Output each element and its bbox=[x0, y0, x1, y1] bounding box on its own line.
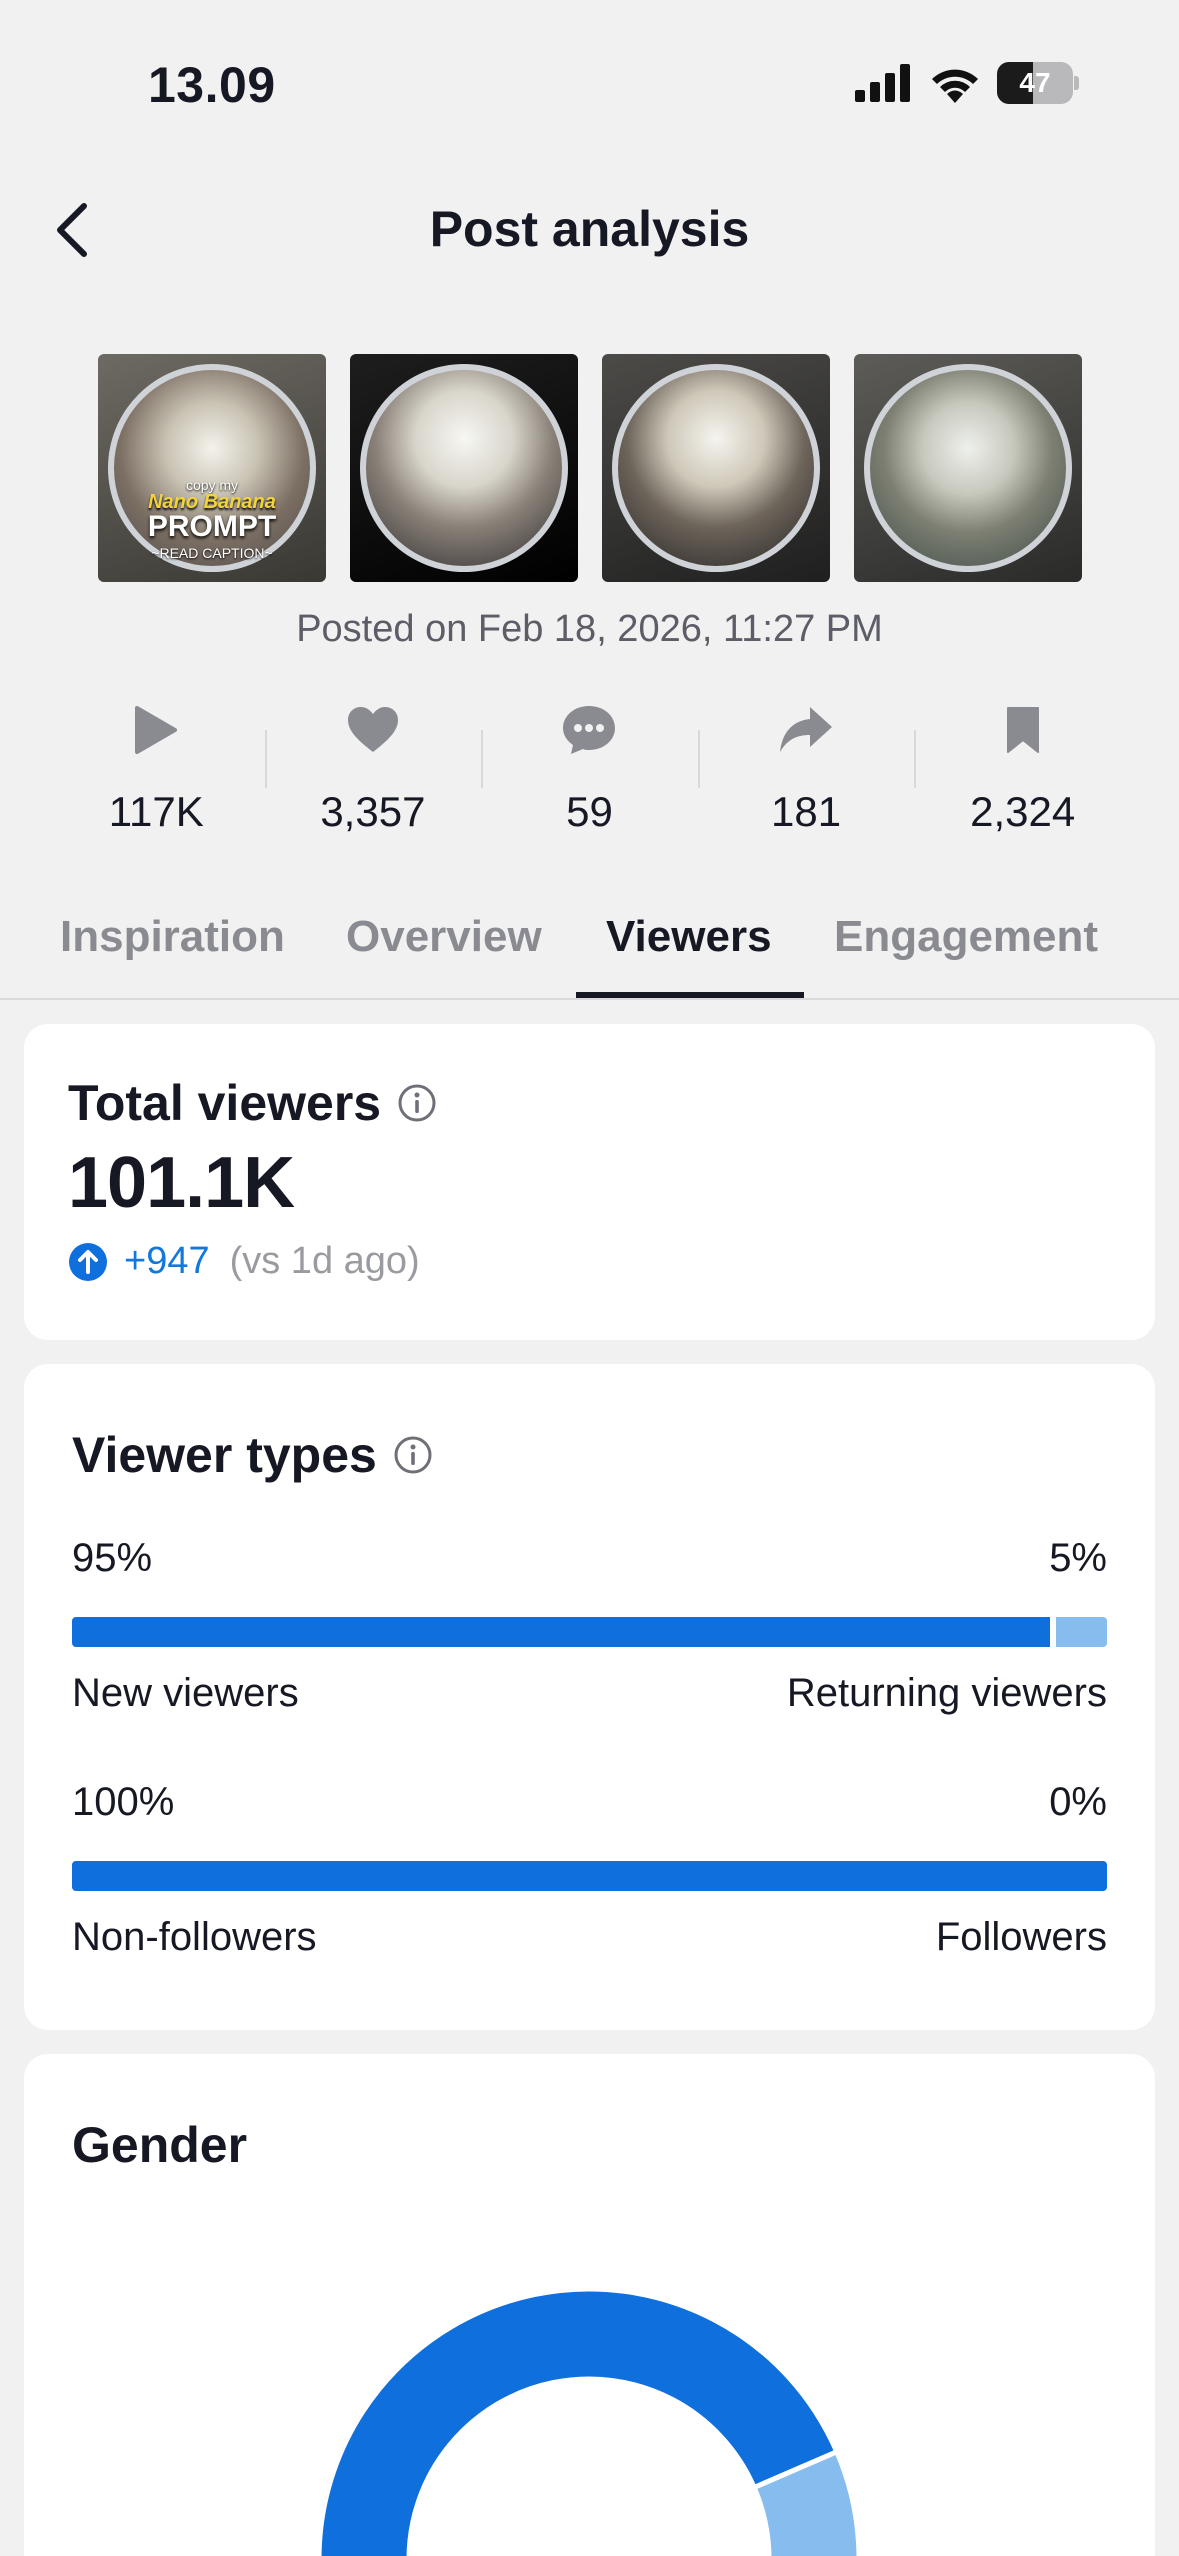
thumbnail-caption: copy my Nano Banana PROMPT ~READ CAPTION… bbox=[147, 477, 277, 561]
battery-icon: 47 bbox=[997, 62, 1079, 104]
total-viewers-title: Total viewers bbox=[68, 1074, 1111, 1132]
new-viewers-label: New viewers bbox=[72, 1671, 299, 1715]
total-viewers-delta: +947 (vs 1d ago) bbox=[68, 1240, 1111, 1283]
followers-split: 100% 0% Non-followers Followers bbox=[72, 1780, 1107, 1960]
tab-overview[interactable]: Overview bbox=[346, 912, 542, 962]
total-viewers-card: Total viewers 101.1K +947 (vs 1d ago) bbox=[24, 1024, 1155, 1340]
total-viewers-value: 101.1K bbox=[68, 1143, 295, 1223]
status-icons: 47 bbox=[855, 62, 1079, 104]
analysis-tabs: Inspiration Overview Viewers Engagement bbox=[0, 900, 1179, 1000]
delta-value: +947 bbox=[124, 1240, 210, 1282]
new-vs-returning-bar bbox=[72, 1617, 1107, 1647]
stat-value: 59 bbox=[566, 788, 613, 835]
viewer-types-title: Viewer types bbox=[72, 1426, 1107, 1484]
followers-label: Followers bbox=[935, 1915, 1107, 1959]
followers-bar bbox=[72, 1861, 1107, 1891]
non-followers-segment bbox=[72, 1861, 1107, 1891]
viewer-types-card: Viewer types 95% 5% New viewers Returnin… bbox=[24, 1364, 1155, 2030]
thumbnail-2[interactable] bbox=[350, 354, 578, 582]
new-viewers-percent: 95% bbox=[72, 1536, 153, 1580]
post-stats: 117K 3,357 59 181 2,324 bbox=[48, 700, 1131, 850]
post-thumbnails: copy my Nano Banana PROMPT ~READ CAPTION… bbox=[98, 354, 1082, 582]
gender-card: Gender bbox=[24, 2054, 1155, 2556]
page-title: Post analysis bbox=[429, 201, 750, 257]
info-icon[interactable] bbox=[393, 1435, 433, 1475]
heart-icon bbox=[347, 707, 398, 752]
followers-percent: 0% bbox=[1049, 1780, 1107, 1824]
returning-viewers-segment bbox=[1056, 1617, 1107, 1647]
stat-likes: 3,357 bbox=[264, 700, 482, 850]
returning-viewers-percent: 5% bbox=[1049, 1536, 1107, 1580]
header: Post analysis bbox=[0, 170, 1179, 290]
stat-value: 181 bbox=[771, 788, 842, 835]
thumbnail-3[interactable] bbox=[602, 354, 830, 582]
thumbnail-4[interactable] bbox=[854, 354, 1082, 582]
stat-saves: 2,324 bbox=[914, 700, 1131, 850]
stat-comments: 59 bbox=[481, 700, 698, 850]
tab-viewers[interactable]: Viewers bbox=[606, 912, 772, 962]
stat-value: 117K bbox=[108, 788, 204, 835]
stat-value: 2,324 bbox=[970, 788, 1076, 835]
non-followers-label: Non-followers bbox=[72, 1915, 317, 1959]
gender-title: Gender bbox=[72, 2117, 248, 2173]
info-icon[interactable] bbox=[397, 1083, 437, 1123]
wifi-icon bbox=[932, 69, 978, 103]
arrow-up-icon bbox=[69, 1242, 107, 1281]
active-tab-indicator bbox=[576, 992, 804, 998]
comment-icon bbox=[563, 706, 616, 754]
battery-level: 47 bbox=[1019, 67, 1051, 98]
posted-date: Posted on Feb 18, 2026, 11:27 PM bbox=[296, 608, 883, 650]
delta-comparison: (vs 1d ago) bbox=[229, 1240, 420, 1282]
status-bar: 13.09 47 bbox=[0, 0, 1179, 170]
gender-donut-chart bbox=[316, 2286, 862, 2556]
non-followers-percent: 100% bbox=[72, 1780, 175, 1824]
returning-viewers-label: Returning viewers bbox=[786, 1671, 1107, 1715]
stat-value: 3,357 bbox=[320, 788, 426, 835]
share-icon bbox=[780, 707, 833, 752]
bookmark-icon bbox=[1006, 707, 1039, 753]
new-vs-returning: 95% 5% New viewers Returning viewers bbox=[72, 1536, 1107, 1716]
stat-shares: 181 bbox=[697, 700, 915, 850]
cellular-signal-icon bbox=[855, 64, 910, 102]
new-viewers-segment bbox=[72, 1617, 1050, 1647]
tab-engagement[interactable]: Engagement bbox=[834, 912, 1098, 962]
gender-segment-1 bbox=[316, 2286, 841, 2556]
play-icon bbox=[135, 706, 178, 754]
stat-views: 117K bbox=[48, 700, 265, 850]
tab-inspiration[interactable]: Inspiration bbox=[60, 912, 285, 962]
thumbnail-1[interactable]: copy my Nano Banana PROMPT ~READ CAPTION… bbox=[98, 354, 326, 582]
status-time: 13.09 bbox=[148, 57, 276, 113]
